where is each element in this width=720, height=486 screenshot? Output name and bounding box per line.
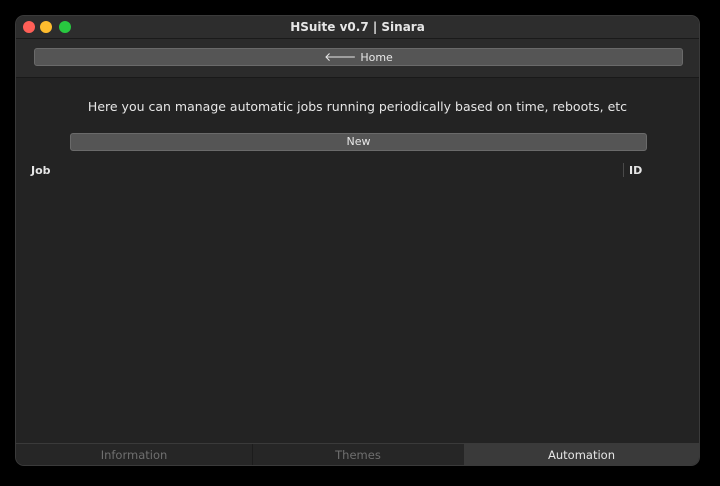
title-bar: HSuite v0.7 | Sinara — [16, 16, 699, 39]
tab-information[interactable]: Information — [16, 444, 252, 465]
column-divider[interactable] — [623, 163, 624, 177]
bottom-tab-bar: Information Themes Automation — [16, 443, 699, 465]
tab-themes[interactable]: Themes — [252, 444, 464, 465]
app-window: HSuite v0.7 | Sinara 🡐 Home Here you can … — [16, 16, 699, 465]
window-title: HSuite v0.7 | Sinara — [290, 20, 425, 34]
home-button-label: Home — [360, 51, 393, 64]
new-job-button[interactable]: New — [70, 133, 647, 151]
column-header-job[interactable]: Job — [31, 164, 51, 177]
column-header-id[interactable]: ID — [629, 164, 642, 177]
toolbar: 🡐 Home — [16, 39, 699, 78]
arrow-left-icon: 🡐 — [324, 50, 357, 64]
jobs-table-header: Job ID — [16, 162, 699, 180]
tab-automation[interactable]: Automation — [464, 444, 699, 465]
page-description: Here you can manage automatic jobs runni… — [87, 99, 628, 114]
home-button[interactable]: 🡐 Home — [34, 48, 683, 66]
